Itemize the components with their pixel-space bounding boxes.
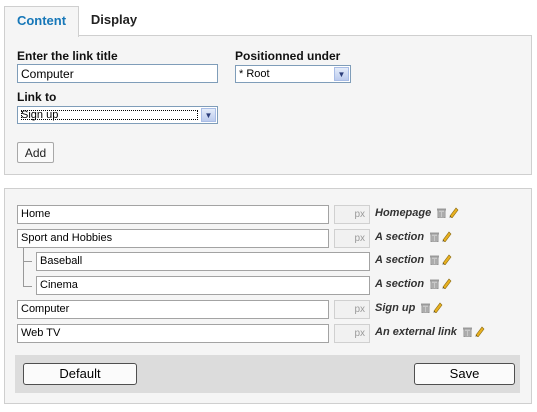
target-label: Sign up [375, 302, 416, 314]
trash-icon[interactable] [421, 303, 431, 314]
positioned-under-select[interactable]: * Root ▼ [235, 65, 351, 83]
menu-item-target: Homepage [375, 207, 459, 221]
width-px-field[interactable]: px [334, 229, 370, 248]
menu-item-target: A section [375, 254, 452, 268]
tab-display[interactable]: Display [80, 6, 148, 34]
button-bar: Default Save [15, 355, 520, 393]
width-px-field[interactable]: px [334, 300, 370, 319]
target-label: An external link [375, 326, 457, 338]
link-title-input[interactable] [17, 64, 218, 83]
pencil-icon[interactable] [433, 302, 443, 314]
menu-row: Computer px Sign up [5, 300, 531, 322]
trash-icon[interactable] [462, 327, 472, 338]
row-actions [437, 207, 459, 221]
menu-row-child: Cinema A section [5, 276, 531, 298]
row-actions [421, 302, 443, 316]
menu-row: Home px Homepage [5, 205, 531, 227]
trash-icon[interactable] [430, 255, 440, 266]
positioned-under-label: Positionned under [235, 49, 341, 63]
link-title-label: Enter the link title [17, 49, 118, 63]
menu-item-name-field[interactable]: Web TV [17, 324, 329, 343]
menu-item-target: A section [375, 278, 452, 292]
pencil-icon[interactable] [449, 207, 459, 219]
trash-icon[interactable] [430, 279, 440, 290]
positioned-under-value: * Root [239, 68, 270, 80]
target-label: A section [375, 231, 425, 243]
width-px-field[interactable]: px [334, 205, 370, 224]
row-actions [430, 278, 452, 292]
link-form-panel: Enter the link title Positionned under *… [4, 35, 532, 175]
menu-row-child: Baseball A section [5, 252, 531, 274]
menu-item-target: An external link [375, 326, 485, 340]
menu-row: Sport and Hobbies px A section [5, 229, 531, 251]
target-label: Homepage [375, 207, 432, 219]
menu-items-panel: Home px Homepage Sport and Hobbies px A … [4, 188, 532, 404]
link-to-value: Sign up [21, 109, 59, 121]
trash-icon[interactable] [437, 208, 447, 219]
pencil-icon[interactable] [442, 231, 452, 243]
menu-item-name-field[interactable]: Baseball [36, 252, 370, 271]
row-actions [462, 326, 485, 340]
trash-icon[interactable] [430, 232, 440, 243]
menu-item-name-field[interactable]: Sport and Hobbies [17, 229, 329, 248]
chevron-down-icon[interactable]: ▼ [201, 108, 216, 122]
menu-item-name-field[interactable]: Home [17, 205, 329, 224]
add-button[interactable]: Add [17, 142, 54, 163]
target-label: A section [375, 278, 425, 290]
pencil-icon[interactable] [442, 254, 452, 266]
menu-item-name-field[interactable]: Cinema [36, 276, 370, 295]
pencil-icon[interactable] [442, 278, 452, 290]
save-button[interactable]: Save [414, 363, 515, 385]
width-px-field[interactable]: px [334, 324, 370, 343]
menu-row: Web TV px An external link [5, 324, 531, 346]
tab-content[interactable]: Content [4, 6, 79, 37]
chevron-down-icon[interactable]: ▼ [334, 67, 349, 81]
default-button[interactable]: Default [23, 363, 137, 385]
menu-item-name-field[interactable]: Computer [17, 300, 329, 319]
link-to-label: Link to [17, 90, 57, 104]
row-actions [430, 254, 452, 268]
link-to-select[interactable]: Sign up ▼ [17, 106, 218, 124]
row-actions [430, 231, 452, 245]
pencil-icon[interactable] [475, 326, 485, 338]
menu-item-target: Sign up [375, 302, 443, 316]
menu-item-target: A section [375, 231, 452, 245]
target-label: A section [375, 254, 425, 266]
